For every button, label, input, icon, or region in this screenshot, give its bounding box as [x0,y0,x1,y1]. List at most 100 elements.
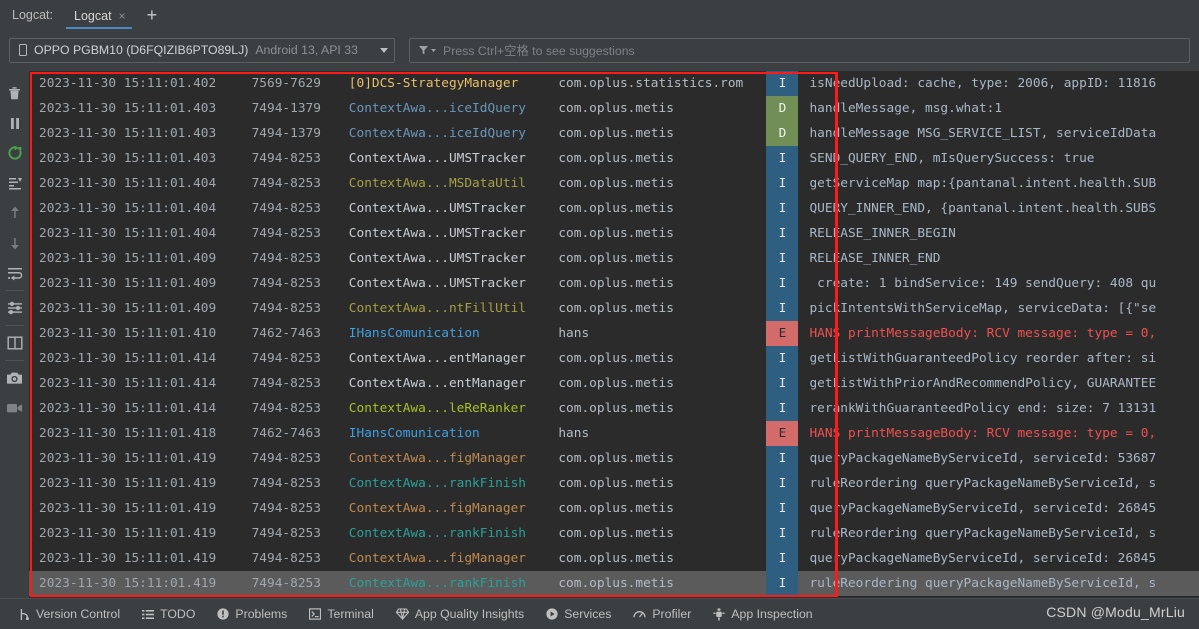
log-row[interactable]: 2023-11-30 15:11:01.409 7494-8253 ContextA… [29,246,1199,271]
log-tag: ContextAwa...entManager [348,351,526,366]
log-row[interactable]: 2023-11-30 15:11:01.403 7494-1379 ContextA… [29,121,1199,146]
log-package: com.oplus.metis [558,251,674,266]
log-tag: ContextAwa...figManager [348,451,526,466]
filter-icon[interactable] [418,44,436,56]
log-package: com.oplus.metis [558,501,674,516]
log-row[interactable]: 2023-11-30 15:11:01.410 7462-7463 IHansCom… [29,321,1199,346]
log-level: I [766,171,799,196]
log-row[interactable]: 2023-11-30 15:11:01.419 7494-8253 ContextA… [29,471,1199,496]
log-level: D [766,121,799,146]
chevron-down-icon[interactable] [380,47,388,53]
log-row[interactable]: 2023-11-30 15:11:01.403 7494-1379 ContextA… [29,96,1199,121]
status-item-terminal[interactable]: Terminal [298,607,384,621]
log-pid: 7494-8253 [251,526,321,541]
filter-placeholder: Press Ctrl+空格 to see suggestions [443,44,635,58]
status-item-app-quality-insights[interactable]: App Quality Insights [385,607,535,621]
log-message: HANS printMessageBody: RCV message: type… [809,326,1157,341]
log-package: com.oplus.statistics.rom [558,76,744,91]
log-message: queryPackageNameByServiceId, serviceId: … [809,551,1157,566]
previous-occurrence-button[interactable] [0,198,29,228]
log-tag: ContextAwa...leReRanker [348,401,526,416]
status-item-label: Version Control [36,607,121,621]
log-package: com.oplus.metis [558,101,674,116]
status-item-problems[interactable]: Problems [206,607,298,621]
logcat-toolbar: OPPO PGBM10 (D6FQIZIB6PTO89LJ) Android 1… [0,29,1199,71]
log-level: I [766,196,799,221]
log-tag: ContextAwa...entManager [348,376,526,391]
log-message: create: 1 bindService: 149 sendQuery: 40… [809,276,1157,291]
log-row[interactable]: 2023-11-30 15:11:01.402 7569-7629 [0]DCS-S… [29,71,1199,96]
log-timestamp: 2023-11-30 15:11:01.403 [39,151,217,166]
log-pid: 7494-8253 [238,571,331,596]
log-table: 2023-11-30 15:11:01.402 7569-7629 [0]DCS-S… [29,71,1199,596]
add-tab-icon[interactable]: + [135,6,170,29]
log-row[interactable]: 2023-11-30 15:11:01.419 7494-8253 ContextA… [29,446,1199,471]
log-level: I [766,296,799,321]
log-tag: ContextAwa...figManager [348,501,526,516]
log-package: com.oplus.metis [558,176,674,191]
log-message: ruleReordering queryPackageNameByService… [798,571,1199,596]
log-timestamp: 2023-11-30 15:11:01.418 [39,426,217,441]
status-item-todo[interactable]: TODO [131,607,206,621]
device-name: OPPO PGBM10 (D6FQIZIB6PTO89LJ) [34,43,249,57]
log-row[interactable]: 2023-11-30 15:11:01.414 7494-8253 ContextA… [29,396,1199,421]
log-level: I [766,446,799,471]
log-row[interactable]: 2023-11-30 15:11:01.403 7494-8253 ContextA… [29,146,1199,171]
scroll-to-end-button[interactable] [0,168,29,198]
split-panels-button[interactable] [0,328,29,358]
log-tag: ContextAwa...rankFinish [330,571,550,596]
clear-logcat-button[interactable] [0,78,29,108]
status-item-profiler[interactable]: Profiler [622,607,702,621]
status-item-services[interactable]: Services [535,607,622,621]
restart-logcat-button[interactable] [0,138,29,168]
screen-record-button[interactable] [0,393,29,423]
log-level: E [766,321,799,346]
status-item-label: Profiler [652,607,692,621]
log-tag: ContextAwa...UMSTracker [348,226,526,241]
log-row[interactable]: 2023-11-30 15:11:01.414 7494-8253 ContextA… [29,371,1199,396]
status-item-version-control[interactable]: Version Control [8,607,131,621]
log-timestamp: 2023-11-30 15:11:01.404 [39,226,217,241]
status-item-label: App Inspection [731,607,813,621]
log-tag: [0]DCS-StrategyManager [348,76,519,91]
status-item-app-inspection[interactable]: App Inspection [702,607,823,621]
tab-logcat[interactable]: Logcat × [63,5,135,29]
play-circle-icon [546,608,558,620]
log-row[interactable]: 2023-11-30 15:11:01.404 7494-8253 ContextA… [29,196,1199,221]
close-icon[interactable]: × [119,10,126,22]
log-row[interactable]: 2023-11-30 15:11:01.419 7494-8253 ContextA… [29,546,1199,571]
log-message: handleMessage, msg.what:1 [809,101,1003,116]
log-row[interactable]: 2023-11-30 15:11:01.404 7494-8253 ContextA… [29,171,1199,196]
watermark: CSDN @Modu_MrLiu [1046,604,1185,620]
log-row[interactable]: 2023-11-30 15:11:01.419 7494-8253 ContextA… [29,496,1199,521]
log-row[interactable]: 2023-11-30 15:11:01.419 7494-8253 ContextA… [29,571,1199,596]
log-package: com.oplus.metis [558,276,674,291]
log-message: ruleReordering queryPackageNameByService… [809,526,1157,541]
log-tag: ContextAwa...iceIdQuery [348,126,526,141]
log-row[interactable]: 2023-11-30 15:11:01.409 7494-8253 ContextA… [29,296,1199,321]
log-timestamp: 2023-11-30 15:11:01.410 [39,326,217,341]
pause-button[interactable] [0,108,29,138]
logcat-filter-input[interactable]: Press Ctrl+空格 to see suggestions [409,37,1190,63]
soft-wrap-button[interactable] [0,258,29,288]
log-row[interactable]: 2023-11-30 15:11:01.404 7494-8253 ContextA… [29,221,1199,246]
log-row[interactable]: 2023-11-30 15:11:01.414 7494-8253 ContextA… [29,346,1199,371]
log-row[interactable]: 2023-11-30 15:11:01.409 7494-8253 ContextA… [29,271,1199,296]
next-occurrence-button[interactable] [0,228,29,258]
log-level: I [766,71,799,96]
log-tag: ContextAwa...rankFinish [348,526,526,541]
log-pid: 7494-8253 [251,301,321,316]
device-selector[interactable]: OPPO PGBM10 (D6FQIZIB6PTO89LJ) Android 1… [9,37,395,63]
log-row[interactable]: 2023-11-30 15:11:01.419 7494-8253 ContextA… [29,521,1199,546]
log-tag: IHansComunication [348,426,480,441]
configure-logcat-button[interactable] [0,293,29,323]
status-item-label: TODO [160,607,196,621]
log-level: I [766,246,799,271]
log-row[interactable]: 2023-11-30 15:11:01.418 7462-7463 IHansCom… [29,421,1199,446]
log-message: handleMessage MSG_SERVICE_LIST, serviceI… [809,126,1157,141]
gauge-icon [633,608,646,620]
screenshot-button[interactable] [0,363,29,393]
log-message: RELEASE_INNER_END [809,251,941,266]
logcat-output[interactable]: 2023-11-30 15:11:01.402 7569-7629 [0]DCS-S… [29,71,1199,598]
log-package: com.oplus.metis [558,476,674,491]
